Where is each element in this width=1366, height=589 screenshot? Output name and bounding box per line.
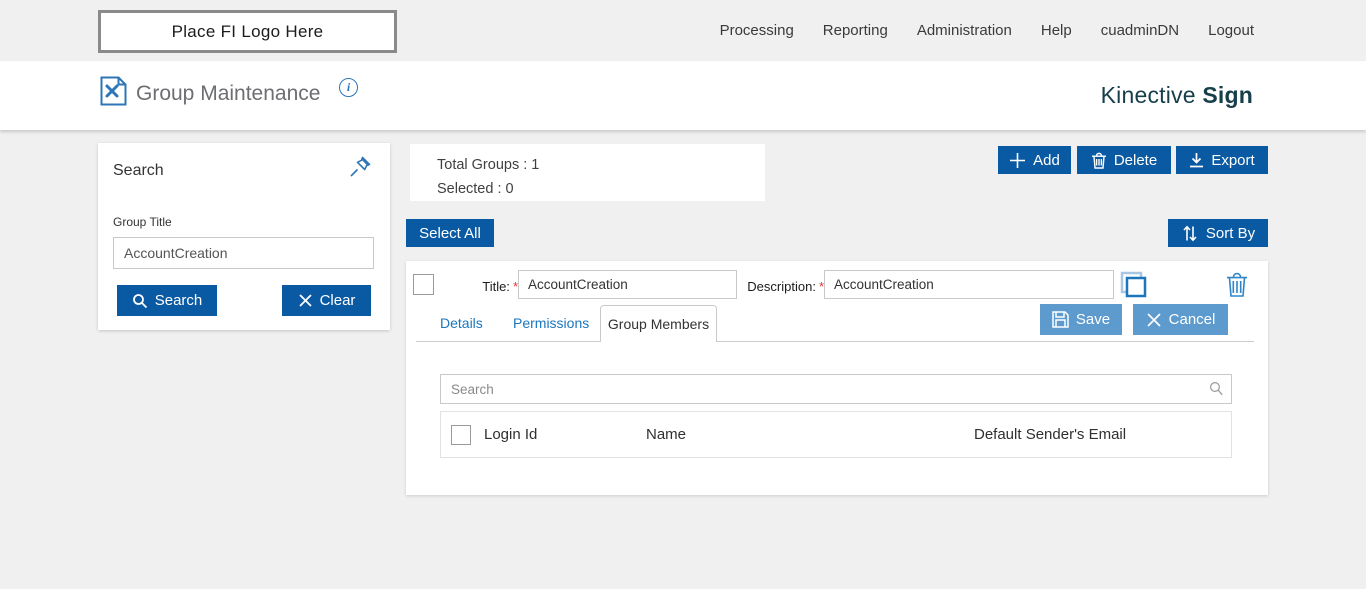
title-input[interactable] <box>518 270 737 299</box>
tab-permissions[interactable]: Permissions <box>513 315 589 331</box>
save-button-label: Save <box>1075 311 1111 328</box>
trash-icon <box>1091 152 1106 169</box>
summary-box: Total Groups : 1 Selected : 0 <box>410 144 765 201</box>
nav-logout[interactable]: Logout <box>1208 22 1254 39</box>
group-title-input[interactable] <box>113 237 374 269</box>
group-maintenance-page-icon <box>100 76 127 111</box>
group-row-checkbox[interactable] <box>413 274 434 295</box>
fi-logo-placeholder: Place FI Logo Here <box>98 10 397 53</box>
column-default-senders-email[interactable]: Default Sender's Email <box>974 426 1126 443</box>
top-navigation: Processing Reporting Administration Help… <box>720 0 1254 61</box>
save-icon <box>1052 311 1069 328</box>
page-title: Group Maintenance <box>136 82 321 105</box>
members-table-header: Login Id Name Default Sender's Email <box>440 411 1232 458</box>
export-button-label: Export <box>1211 151 1255 169</box>
x-icon <box>298 294 312 307</box>
nav-reporting[interactable]: Reporting <box>823 22 888 39</box>
group-title-label: Group Title <box>113 215 172 229</box>
export-button[interactable]: Export <box>1176 146 1268 174</box>
nav-processing[interactable]: Processing <box>720 22 794 39</box>
selected-count-text: Selected : 0 <box>437 181 514 197</box>
pin-icon[interactable] <box>348 155 372 184</box>
tab-group-members[interactable]: Group Members <box>600 305 717 342</box>
nav-administration[interactable]: Administration <box>917 22 1012 39</box>
sort-arrows-icon <box>1183 225 1197 241</box>
select-all-button[interactable]: Select All <box>406 219 494 247</box>
delete-button-label: Delete <box>1113 151 1158 169</box>
brand-logo: Kinective Sign <box>1101 82 1253 109</box>
copy-icon[interactable] <box>1118 270 1148 305</box>
delete-button[interactable]: Delete <box>1077 146 1171 174</box>
add-button[interactable]: Add <box>998 146 1071 174</box>
search-icon[interactable] <box>1209 381 1224 401</box>
title-field-label: Title: * <box>482 279 518 294</box>
nav-help[interactable]: Help <box>1041 22 1072 39</box>
sort-by-button[interactable]: Sort By <box>1168 219 1268 247</box>
column-login-id[interactable]: Login Id <box>484 426 537 443</box>
save-button[interactable]: Save <box>1040 304 1122 335</box>
search-panel-title: Search <box>113 162 164 179</box>
brand-product: Sign <box>1202 82 1253 108</box>
column-name[interactable]: Name <box>646 426 686 443</box>
info-icon[interactable]: i <box>339 78 358 97</box>
cancel-button[interactable]: Cancel <box>1133 304 1228 335</box>
group-row-panel: Title:* Description:* Details Permission… <box>406 261 1268 495</box>
search-button[interactable]: Search <box>117 285 217 316</box>
plus-icon <box>1010 152 1026 168</box>
search-icon <box>132 293 147 308</box>
total-groups-text: Total Groups : 1 <box>437 157 540 173</box>
tab-details[interactable]: Details <box>440 315 483 331</box>
add-button-label: Add <box>1033 151 1060 169</box>
brand-name: Kinective <box>1100 82 1196 108</box>
download-icon <box>1190 153 1204 168</box>
select-all-members-checkbox[interactable] <box>451 425 471 445</box>
tab-divider <box>416 341 1254 342</box>
clear-button-label: Clear <box>319 292 356 309</box>
description-field-label: Description: * <box>747 279 824 294</box>
sort-by-label: Sort By <box>1205 224 1256 242</box>
search-panel: Search Group Title Search Clear <box>98 143 390 330</box>
members-search <box>440 374 1232 404</box>
nav-user-cuadmindn[interactable]: cuadminDN <box>1101 22 1179 39</box>
x-icon <box>1147 312 1161 327</box>
search-button-label: Search <box>154 292 203 309</box>
cancel-button-label: Cancel <box>1168 311 1216 328</box>
row-delete-icon[interactable] <box>1226 272 1248 303</box>
clear-button[interactable]: Clear <box>282 285 371 316</box>
description-input[interactable] <box>824 270 1114 299</box>
members-search-input[interactable] <box>440 374 1232 404</box>
select-all-label: Select All <box>419 224 481 242</box>
